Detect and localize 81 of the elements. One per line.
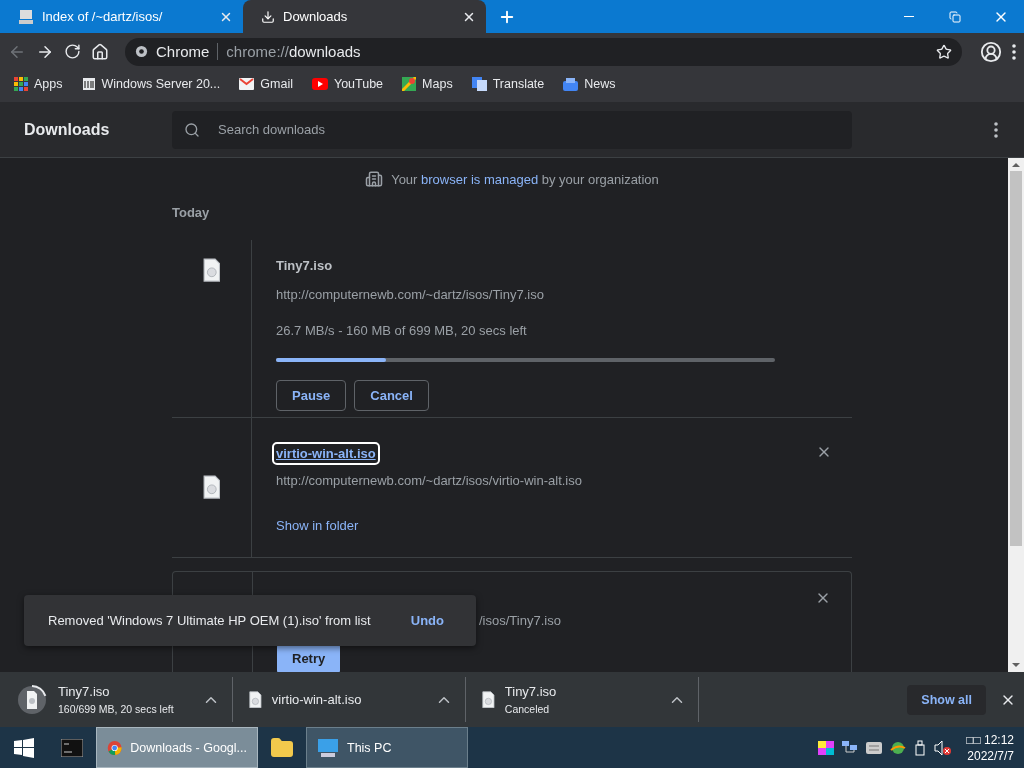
shelf-file-name: Tiny7.iso <box>504 684 558 699</box>
file-icon <box>482 690 495 709</box>
bookmark-item[interactable]: Maps <box>402 77 453 91</box>
page-title: Downloads <box>24 120 111 139</box>
address-bar[interactable]: Chrome chrome://downloads <box>125 37 962 66</box>
shelf-item[interactable]: Tiny7.iso Canceled <box>466 677 699 722</box>
file-icon <box>202 475 221 500</box>
url-text: chrome://downloads <box>226 43 361 60</box>
toast-message: Removed 'Windows 7 Ultimate HP OEM (1).iso' from list <box>48 613 372 628</box>
tab-title: Index of /~dartz/isos/ <box>42 9 164 24</box>
profile-button[interactable] <box>980 40 1002 63</box>
site-chip: Chrome <box>156 43 219 60</box>
reload-button[interactable] <box>64 43 81 60</box>
more-icon <box>994 121 998 138</box>
bookmark-star-button[interactable] <box>936 43 952 60</box>
show-in-folder-link[interactable]: Show in folder <box>276 518 359 533</box>
terminal-icon <box>61 738 83 757</box>
computer-icon <box>18 8 34 25</box>
chrome-icon <box>135 45 148 58</box>
home-button[interactable] <box>91 42 109 61</box>
apps-grid-icon <box>14 77 28 91</box>
search-field[interactable]: Search downloads <box>172 110 852 149</box>
search-icon <box>184 121 200 138</box>
file-url: /isos/Tiny7.iso <box>479 613 562 628</box>
shelf-file-name: virtio-win-alt.iso <box>271 692 363 707</box>
usb-icon <box>914 739 927 756</box>
color-icon <box>818 740 835 755</box>
progress-ring <box>16 683 48 716</box>
speaker-muted-icon <box>934 739 953 756</box>
action-button[interactable]: Cancel <box>354 380 429 411</box>
minimize-icon <box>904 16 914 17</box>
file-icon <box>202 258 221 283</box>
globe-icon <box>890 740 907 755</box>
file-name[interactable]: Tiny7.iso <box>274 256 335 275</box>
bookmark-item[interactable]: YouTube <box>311 77 384 91</box>
scrollbar[interactable] <box>1008 158 1024 672</box>
menu-button[interactable] <box>1012 43 1016 60</box>
file-url: http://computernewb.com/~dartz/isos/virtio-win-alt.iso <box>276 473 583 488</box>
network-icon <box>842 740 859 755</box>
bookmark-item[interactable]: Windows Server 20... <box>81 77 221 91</box>
tab-title: Downloads <box>283 9 349 24</box>
browser-tab[interactable]: Index of /~dartz/isos/ <box>0 0 243 33</box>
shelf-item[interactable]: Tiny7.iso 160/699 MB, 20 secs left <box>0 677 233 722</box>
computer-icon <box>317 737 339 758</box>
file-url: http://computernewb.com/~dartz/isos/Tiny7.iso <box>276 287 545 302</box>
taskbar-app[interactable]: This PC <box>306 727 468 768</box>
date-header: Today <box>172 205 210 220</box>
more-button[interactable] <box>994 121 998 138</box>
building-icon <box>81 77 96 91</box>
shelf-status: 160/699 MB, 20 secs left <box>58 703 175 715</box>
keyboard-icon <box>866 741 883 754</box>
browser-tab[interactable]: Downloads <box>243 0 486 33</box>
bookmark-item[interactable]: News <box>563 77 616 91</box>
show-all-button[interactable]: Show all <box>907 684 986 715</box>
managed-link[interactable]: browser is managed <box>421 171 539 187</box>
windows-logo-icon <box>14 737 34 758</box>
download-status: 26.7 MB/s - 160 MB of 699 MB, 20 secs left <box>276 323 528 338</box>
file-name[interactable]: virtio-win-alt.iso <box>274 444 378 463</box>
shelf-status: Canceled <box>504 703 551 715</box>
play-icon <box>311 78 328 90</box>
mail-icon <box>239 78 255 90</box>
action-button[interactable]: Pause <box>276 380 347 411</box>
newspaper-icon <box>563 77 579 91</box>
shelf-file-name: Tiny7.iso <box>58 684 111 699</box>
clock-date: 2022/7/7 <box>967 748 1014 763</box>
bookmark-item[interactable]: Gmail <box>239 77 293 91</box>
bookmark-item[interactable]: Translate <box>471 77 545 91</box>
managed-notice: Your browser is managed by your organization <box>391 171 659 187</box>
undo-button[interactable]: Undo <box>410 613 444 628</box>
translate-icon <box>471 77 487 91</box>
download-icon <box>261 9 275 24</box>
more-icon <box>1012 43 1016 60</box>
scrollbar-thumb[interactable] <box>1010 171 1022 546</box>
bookmark-item[interactable]: Apps <box>14 77 63 91</box>
folder-icon <box>270 735 294 760</box>
file-icon <box>249 690 262 709</box>
shelf-item[interactable]: virtio-win-alt.iso <box>233 677 466 722</box>
clock-time: □□ 12:12 <box>966 732 1014 747</box>
building-icon <box>365 170 384 188</box>
map-icon <box>402 77 417 91</box>
restore-icon <box>949 10 961 23</box>
